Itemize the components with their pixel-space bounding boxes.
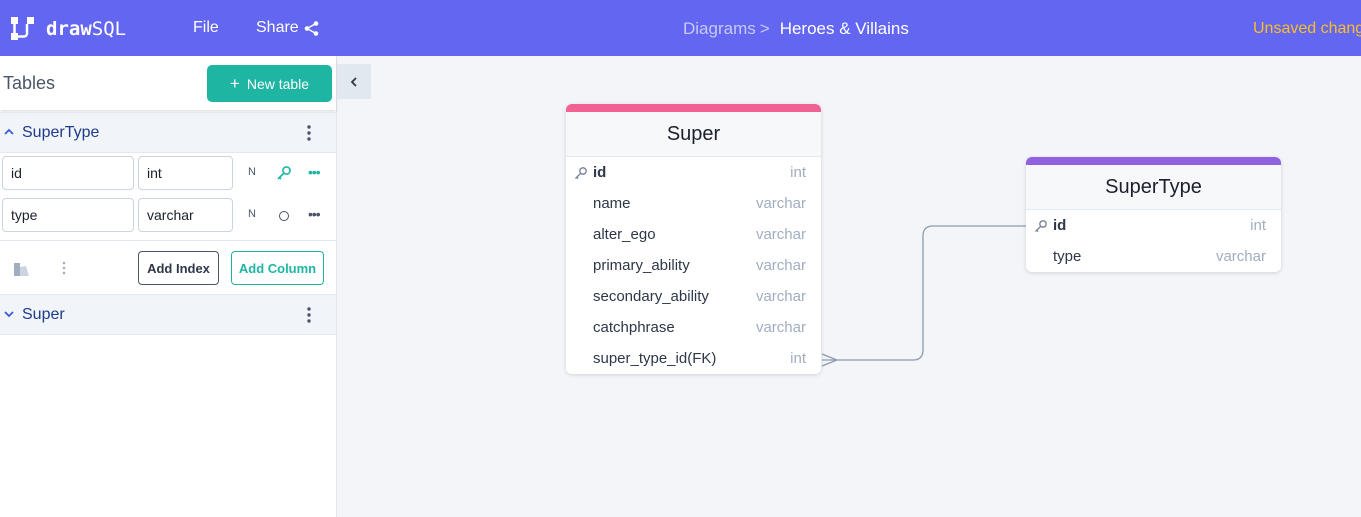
table-card-row[interactable]: primary_ability varchar	[566, 250, 821, 281]
table-card-row[interactable]: super_type_id(FK) int	[566, 343, 821, 374]
diagram-title[interactable]: Heroes & Villains	[780, 19, 909, 39]
column-name: alter_ego	[593, 226, 656, 243]
sidebar-table-name: Super	[22, 306, 65, 323]
table-card-row[interactable]: catchphrase varchar	[566, 312, 821, 343]
column-type: varchar	[755, 195, 806, 212]
table-card-row[interactable]: secondary_ability varchar	[566, 281, 821, 312]
column-type: varchar	[755, 319, 806, 336]
file-menu[interactable]: File	[193, 19, 219, 37]
column-editor-row: N •••	[0, 198, 336, 234]
column-type: varchar	[755, 226, 806, 243]
key-icon	[1035, 220, 1047, 233]
table-actions: Add Index Add Column	[0, 240, 336, 294]
primary-key-icon[interactable]	[276, 165, 292, 181]
column-type: int	[790, 350, 806, 367]
app-logo[interactable]: drawSQL	[10, 16, 126, 42]
share-icon	[304, 20, 319, 36]
add-column-button[interactable]: Add Column	[231, 251, 324, 285]
new-table-button[interactable]: + New table	[207, 65, 332, 102]
sidebar-header: Tables + New table	[0, 56, 336, 110]
column-type-input[interactable]	[138, 156, 233, 190]
table-card-supertype[interactable]: SuperType id int type varchar	[1026, 157, 1281, 272]
column-type: varchar	[755, 288, 806, 305]
logo-text: drawSQL	[46, 18, 127, 40]
column-name: name	[593, 195, 631, 212]
table-card-row[interactable]: id int	[566, 157, 821, 188]
breadcrumb-diagrams[interactable]: Diagrams	[683, 19, 756, 39]
unique-toggle-icon[interactable]	[279, 211, 289, 221]
new-table-label: New table	[246, 75, 310, 92]
unsaved-status: Unsaved changes	[1253, 20, 1361, 37]
column-type: varchar	[1215, 248, 1266, 265]
sidebar-table-super[interactable]: Super	[0, 294, 336, 335]
sidebar-title: Tables	[3, 73, 56, 93]
table-card-super[interactable]: Super id int name varchar alter_ego varc…	[566, 104, 821, 374]
table-options-icon[interactable]	[303, 124, 315, 142]
add-index-button[interactable]: Add Index	[138, 251, 219, 285]
column-name: primary_ability	[593, 257, 690, 274]
breadcrumb-separator: >	[759, 19, 770, 38]
column-name: id	[1053, 217, 1067, 234]
sidebar-table-name: SuperType	[22, 124, 100, 141]
column-more-icon[interactable]: •••	[308, 206, 321, 222]
table-color-bar	[1026, 157, 1281, 165]
column-name-input[interactable]	[2, 198, 134, 232]
chevron-up-icon	[4, 128, 14, 135]
table-card-row[interactable]: name varchar	[566, 188, 821, 219]
table-card-row[interactable]: id int	[1026, 210, 1281, 241]
column-name: id	[593, 164, 607, 181]
chevron-down-icon	[4, 311, 14, 318]
plus-icon: +	[229, 73, 240, 93]
table-card-row[interactable]: type varchar	[1026, 241, 1281, 272]
column-name-input[interactable]	[2, 156, 134, 190]
relation-line[interactable]	[338, 56, 1361, 517]
nullable-toggle[interactable]: N	[248, 208, 256, 220]
column-name: catchphrase	[593, 319, 675, 336]
table-options-icon[interactable]	[303, 306, 315, 324]
diagram-canvas[interactable]: Super id int name varchar alter_ego varc…	[338, 56, 1361, 517]
share-label: Share	[256, 19, 299, 36]
column-more-icon[interactable]: •••	[308, 164, 321, 180]
actions-more-icon[interactable]	[60, 261, 68, 275]
key-icon	[575, 167, 587, 180]
share-menu[interactable]: Share	[256, 19, 320, 37]
table-color-bar	[566, 104, 821, 112]
tables-sidebar: Tables + New table SuperType N ••• N •••	[0, 56, 337, 517]
table-color-icon[interactable]	[13, 261, 31, 277]
top-navbar: drawSQL File Share Diagrams > Heroes & V…	[0, 0, 1361, 56]
table-card-title[interactable]: Super	[566, 112, 821, 157]
column-type: varchar	[755, 257, 806, 274]
table-card-title[interactable]: SuperType	[1026, 165, 1281, 210]
column-name: secondary_ability	[593, 288, 709, 305]
drawsql-logo-icon	[11, 17, 34, 40]
column-type: int	[790, 164, 806, 181]
column-name: super_type_id(FK)	[593, 350, 717, 367]
column-type: int	[1250, 217, 1266, 234]
column-editor-row: N •••	[0, 156, 336, 192]
breadcrumb: Diagrams > Heroes & Villains	[683, 19, 909, 39]
column-name: type	[1053, 248, 1082, 265]
nullable-toggle[interactable]: N	[248, 166, 256, 178]
table-card-row[interactable]: alter_ego varchar	[566, 219, 821, 250]
sidebar-table-supertype[interactable]: SuperType	[0, 112, 336, 153]
column-type-input[interactable]	[138, 198, 233, 232]
